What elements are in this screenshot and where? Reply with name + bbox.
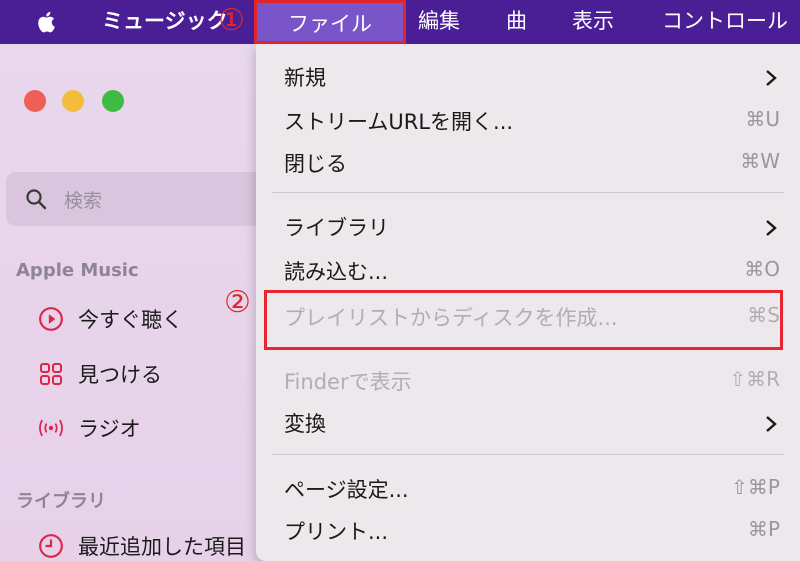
sidebar-item-radio[interactable]: ラジオ [36,410,141,446]
sidebar-item-label: 見つける [78,363,162,387]
section-heading-apple-music: Apple Music [16,260,139,281]
annotation-highlight-box [264,290,783,350]
menu-item-label: ストリームURLを開く... [284,110,514,134]
menu-bar: ミュージック ファイル 編集 曲 表示 コントロール [0,0,800,44]
sidebar-item-listen-now[interactable]: 今すぐ聴く [36,301,183,337]
search-input[interactable]: 検索 [6,172,276,226]
menu-item-label: Finderで表示 [284,370,412,394]
menu-controls[interactable]: コントロール [662,0,788,44]
menu-item-library[interactable]: ライブラリ [256,208,800,248]
menu-item-label: 読み込む... [284,260,389,284]
clock-icon [36,531,66,561]
sidebar-item-label: 最近追加した項目 [78,535,246,559]
sidebar-item-label: ラジオ [78,417,141,441]
menu-item-print[interactable]: プリント... ⌘P [256,512,800,552]
minimize-window-button[interactable] [62,90,84,112]
menu-item-open-stream-url[interactable]: ストリームURLを開く... ⌘U [256,102,800,142]
search-placeholder: 検索 [64,190,103,212]
menu-edit[interactable]: 編集 [418,0,460,44]
chevron-right-icon [766,70,777,86]
sidebar-item-browse[interactable]: 見つける [36,356,162,392]
annotation-step-2: ② [224,285,251,320]
menu-song[interactable]: 曲 [506,0,527,44]
menu-item-show-in-finder[interactable]: Finderで表示 ⇧⌘R [256,362,800,402]
menu-item-shortcut: ⌘U [745,107,780,131]
broadcast-icon [36,413,66,443]
menu-item-shortcut: ⇧⌘P [731,475,780,499]
menu-separator [272,192,784,193]
menu-separator [272,454,784,455]
menu-item-close[interactable]: 閉じる ⌘W [256,144,800,184]
section-heading-library: ライブラリ [16,491,106,512]
search-icon [26,189,47,210]
sidebar-item-recently-added[interactable]: 最近追加した項目 [36,528,246,561]
menu-item-shortcut: ⇧⌘R [729,367,780,391]
menu-item-label: プリント... [284,520,389,544]
play-circle-icon [36,304,66,334]
menu-item-shortcut: ⌘O [744,257,780,281]
menu-item-import[interactable]: 読み込む... ⌘O [256,252,800,292]
apple-icon[interactable] [34,9,60,35]
zoom-window-button[interactable] [102,90,124,112]
menu-item-label: ライブラリ [284,216,389,240]
grid-icon [36,359,66,389]
menu-item-label: 閉じる [284,152,347,176]
menu-item-shortcut: ⌘W [740,149,780,173]
menu-item-label: 新規 [284,66,326,90]
menu-item-label: ページ設定... [284,478,409,502]
menu-view[interactable]: 表示 [572,0,614,44]
menu-item-convert[interactable]: 変換 [256,404,800,444]
menu-item-page-setup[interactable]: ページ設定... ⇧⌘P [256,470,800,510]
chevron-right-icon [766,220,777,236]
chevron-right-icon [766,416,777,432]
menu-item-shortcut: ⌘P [747,517,780,541]
annotation-step-1: ① [218,3,245,38]
menu-item-new[interactable]: 新規 [256,58,800,98]
menu-item-label: 変換 [284,412,326,436]
close-window-button[interactable] [24,90,46,112]
app-menu-music[interactable]: ミュージック [102,0,228,44]
sidebar-item-label: 今すぐ聴く [78,308,183,332]
menu-file[interactable]: ファイル [254,0,406,44]
